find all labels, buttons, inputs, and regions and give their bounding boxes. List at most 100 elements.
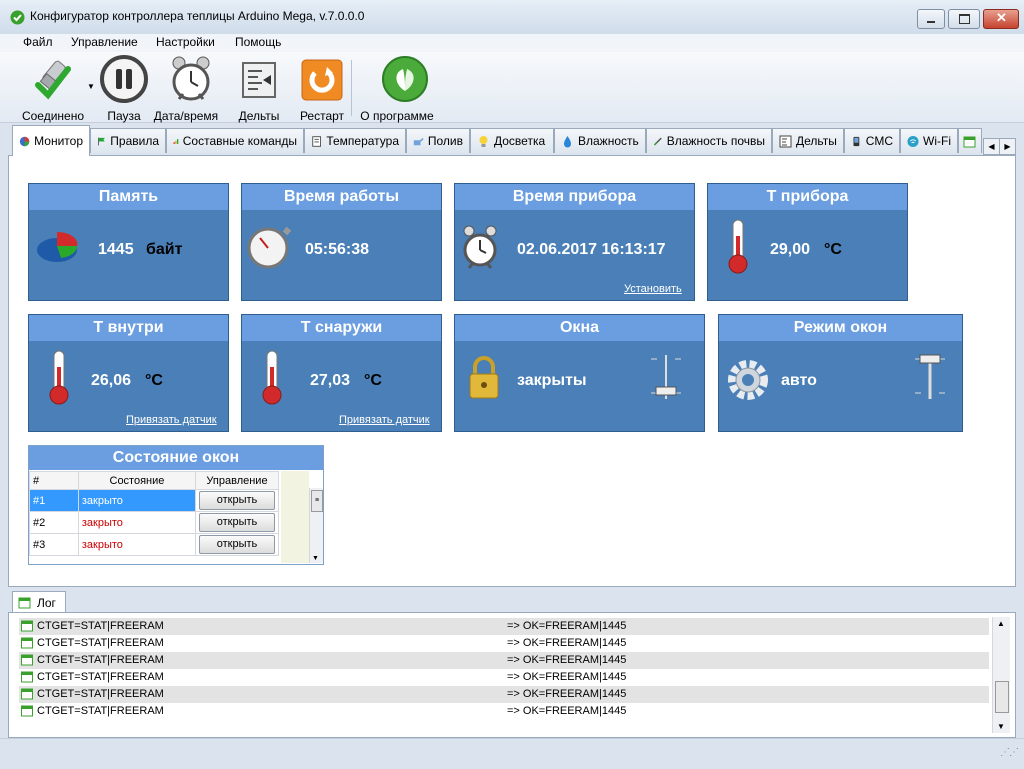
scroll-thumb[interactable] bbox=[995, 681, 1009, 713]
table-row[interactable]: #3 закрыто открыть bbox=[29, 533, 279, 556]
tab-rules[interactable]: Правила bbox=[90, 128, 166, 153]
tab-log[interactable]: Лог bbox=[12, 591, 66, 614]
uptime-card: Время работы 05:56:38 bbox=[241, 183, 442, 301]
menu-help[interactable]: Помощь bbox=[235, 35, 281, 49]
window-mode-value: авто bbox=[781, 372, 817, 389]
window-state-title: Состояние окон bbox=[29, 446, 323, 470]
deltas-icon bbox=[242, 62, 276, 98]
tab-lighting[interactable]: Досветка bbox=[470, 128, 554, 153]
table-header-row: # Состояние Управление bbox=[29, 471, 279, 490]
resize-grip-icon[interactable]: ⋰⋰ bbox=[1000, 747, 1019, 758]
title-bar: Конфигуратор контроллера теплицы Arduino… bbox=[0, 0, 1024, 35]
maximize-button[interactable] bbox=[948, 9, 980, 29]
log-entry-icon bbox=[21, 705, 33, 717]
scroll-thumb[interactable]: ≡ bbox=[311, 490, 323, 512]
tab-overflow[interactable] bbox=[958, 128, 982, 153]
tab-humidity[interactable]: Влажность bbox=[554, 128, 646, 153]
temp-inside-unit: °C bbox=[145, 372, 163, 389]
probe-icon bbox=[653, 137, 662, 145]
tab-watering[interactable]: Полив bbox=[406, 128, 470, 153]
log-entry-icon bbox=[21, 654, 33, 666]
open-window-button[interactable]: открыть bbox=[199, 535, 275, 554]
tab-soil-moisture[interactable]: Влажность почвы bbox=[646, 128, 772, 153]
tab-scroll-left-button[interactable]: ◀ bbox=[983, 138, 1000, 155]
flag-icon bbox=[98, 137, 105, 145]
deltas-button[interactable]: Дельты bbox=[235, 55, 283, 123]
windows-value: закрыты bbox=[517, 372, 587, 389]
tab-sms[interactable]: СМС bbox=[844, 128, 900, 153]
bind-sensor-link[interactable]: Привязать датчик bbox=[126, 414, 217, 426]
menu-file[interactable]: Файл bbox=[23, 35, 53, 49]
table-row[interactable]: #2 закрыто открыть bbox=[29, 511, 279, 534]
tab-wifi[interactable]: Wi-Fi bbox=[900, 128, 958, 153]
memory-card: Память 1445 байт bbox=[28, 183, 229, 301]
open-window-button[interactable]: открыть bbox=[199, 513, 275, 532]
window-state: закрыто bbox=[77, 511, 197, 534]
restart-button[interactable]: Рестарт bbox=[296, 55, 348, 123]
tab-temperature[interactable]: Температура bbox=[304, 128, 406, 153]
log-row: CTGET=STAT|FREERAM => OK=FREERAM|1445 bbox=[19, 703, 989, 720]
scroll-up-icon[interactable]: ▲ bbox=[997, 619, 1005, 628]
card-title: Режим окон bbox=[719, 315, 962, 341]
menu-bar: Файл Управление Настройки Помощь bbox=[0, 34, 1024, 52]
column-header: Управление bbox=[195, 471, 279, 490]
pie-chart-icon bbox=[37, 231, 78, 262]
scroll-down-icon[interactable]: ▼ bbox=[312, 555, 319, 562]
toolbar-separator bbox=[351, 60, 352, 116]
table-scrollbar[interactable]: ≡ ▼ bbox=[309, 488, 323, 563]
log-row: CTGET=STAT|FREERAM => OK=FREERAM|1445 bbox=[19, 618, 989, 635]
datetime-button[interactable]: Дата/время bbox=[152, 55, 220, 123]
tab-deltas[interactable]: Дельты bbox=[772, 128, 844, 153]
card-title: Время работы bbox=[242, 184, 441, 210]
about-button[interactable]: О программе bbox=[357, 55, 437, 123]
connect-dropdown-icon[interactable]: ▼ bbox=[87, 82, 95, 91]
set-time-link[interactable]: Установить bbox=[624, 283, 682, 295]
close-button[interactable]: ✕ bbox=[983, 9, 1019, 29]
column-header: Состояние bbox=[77, 471, 197, 490]
thermometer-icon bbox=[728, 219, 748, 274]
uptime-value: 05:56:38 bbox=[305, 241, 370, 258]
bulb-icon bbox=[479, 135, 488, 147]
tab-composite-commands[interactable]: Составные команды bbox=[166, 128, 304, 153]
window-number: #2 bbox=[29, 511, 79, 534]
window-state-table: # Состояние Управление #1 закрыто открыт… bbox=[29, 471, 279, 556]
tab-scroll-right-button[interactable]: ▶ bbox=[999, 138, 1016, 155]
slider-auto-icon[interactable] bbox=[913, 353, 947, 401]
calendar-icon bbox=[963, 136, 976, 147]
open-window-button[interactable]: открыть bbox=[199, 491, 275, 510]
deltas-icon bbox=[779, 135, 792, 147]
wifi-icon bbox=[907, 135, 919, 147]
pause-icon bbox=[100, 55, 148, 103]
bind-sensor-link[interactable]: Привязать датчик bbox=[339, 414, 430, 426]
window-number: #1 bbox=[29, 489, 79, 512]
log-response: => OK=FREERAM|1445 bbox=[507, 637, 627, 649]
tab-label: Wi-Fi bbox=[923, 134, 951, 148]
device-temp-unit: °C bbox=[824, 241, 842, 258]
log-scrollbar[interactable]: ▲ ▼ bbox=[992, 617, 1010, 733]
pause-button[interactable]: Пауза bbox=[98, 55, 150, 123]
minimize-button[interactable] bbox=[917, 9, 945, 29]
memory-value: 1445 bbox=[98, 241, 134, 258]
column-header: # bbox=[29, 471, 79, 490]
log-row: CTGET=STAT|FREERAM => OK=FREERAM|1445 bbox=[19, 652, 989, 669]
tab-monitor[interactable]: Монитор bbox=[12, 125, 90, 156]
pause-label: Пауза bbox=[107, 109, 141, 123]
thermometer-icon bbox=[312, 135, 322, 147]
menu-control[interactable]: Управление bbox=[71, 35, 138, 49]
phone-icon bbox=[853, 136, 860, 146]
menu-settings[interactable]: Настройки bbox=[156, 35, 215, 49]
bars-icon bbox=[173, 138, 179, 144]
tab-label: Температура bbox=[326, 134, 399, 148]
maximize-icon bbox=[959, 14, 970, 24]
scroll-down-icon[interactable]: ▼ bbox=[997, 722, 1005, 731]
log-command: CTGET=STAT|FREERAM bbox=[37, 637, 164, 649]
slider-closed-icon[interactable] bbox=[649, 353, 683, 401]
log-response: => OK=FREERAM|1445 bbox=[507, 705, 627, 717]
log-response: => OK=FREERAM|1445 bbox=[507, 654, 627, 666]
connected-button[interactable]: Соединено bbox=[18, 55, 88, 123]
log-response: => OK=FREERAM|1445 bbox=[507, 671, 627, 683]
datetime-label: Дата/время bbox=[153, 109, 219, 123]
log-tab-label: Лог bbox=[37, 596, 56, 610]
table-row[interactable]: #1 закрыто открыть bbox=[29, 489, 279, 512]
drop-icon bbox=[564, 135, 571, 147]
